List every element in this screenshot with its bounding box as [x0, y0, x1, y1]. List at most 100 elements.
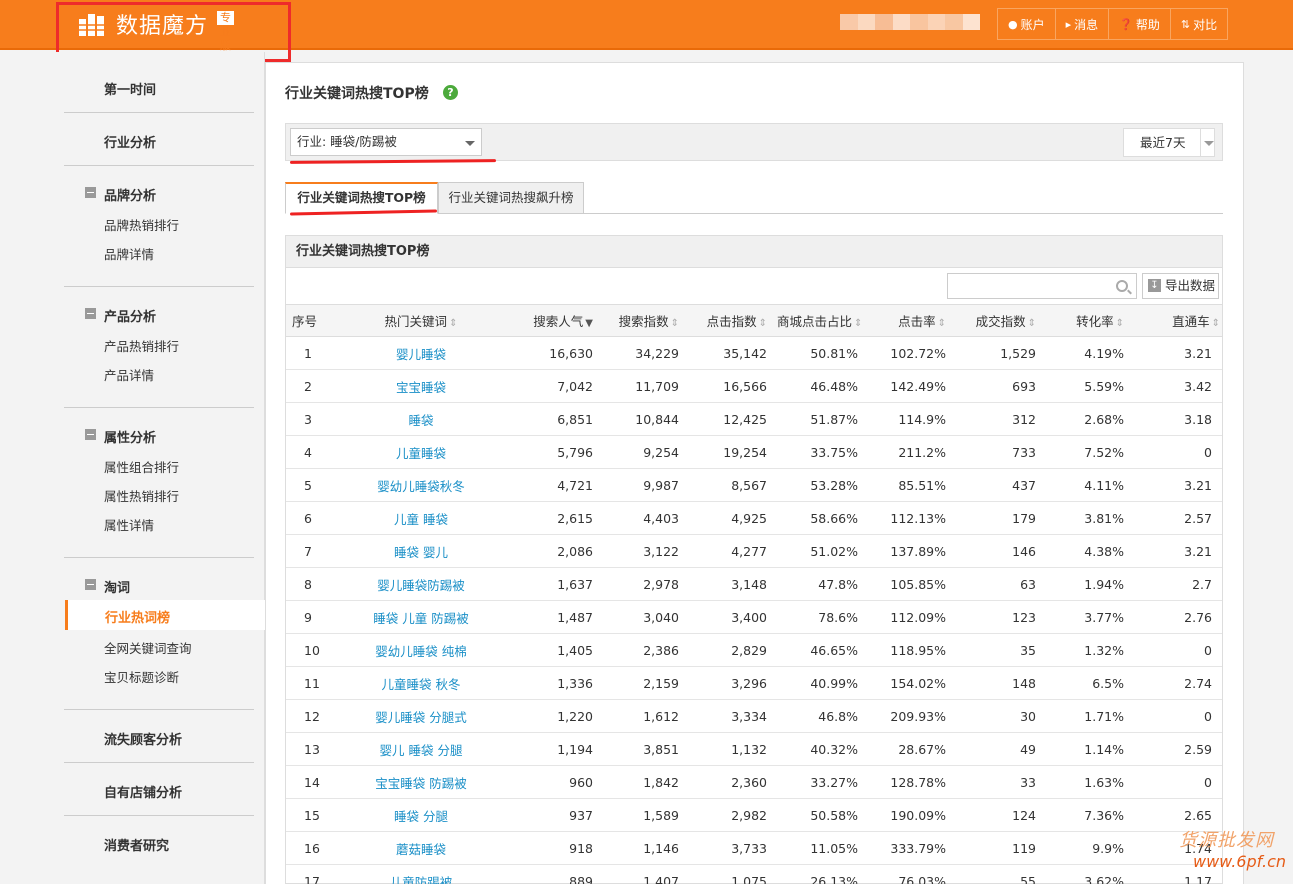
- sidebar-section-industry[interactable]: 行业分析: [104, 132, 156, 151]
- sidebar-divider: [64, 709, 254, 710]
- keyword-link[interactable]: 蘑菇睡袋: [328, 832, 514, 865]
- sidebar-section-attribute[interactable]: 属性分析: [104, 427, 156, 446]
- collapse-icon[interactable]: [85, 579, 96, 590]
- table-cell: 8: [304, 576, 312, 592]
- table-cell: 2,386: [643, 642, 679, 658]
- export-button[interactable]: ↧ 导出数据: [1142, 273, 1219, 299]
- sidebar-section-brand[interactable]: 品牌分析: [104, 185, 156, 204]
- col-search-index[interactable]: 搜索指数 ⇕: [603, 304, 689, 337]
- sidebar-item-keyword-query[interactable]: 全网关键词查询: [104, 638, 192, 657]
- sidebar-item-hot-words[interactable]: 行业热词榜: [65, 600, 265, 630]
- keyword-link[interactable]: 婴儿睡袋: [328, 337, 514, 370]
- col-rank: 序号: [286, 304, 328, 337]
- table-cell: 2,829: [731, 642, 767, 658]
- table-row: 13 婴儿 睡袋 分腿 1,194 3,851 1,132 40.32% 28.67% 49 1…: [286, 733, 1222, 766]
- sidebar-item-attr-ranking[interactable]: 属性热销排行: [104, 486, 179, 505]
- sidebar-section-lost-customers[interactable]: 流失顾客分析: [104, 729, 182, 748]
- period-select[interactable]: 最近7天: [1123, 128, 1215, 157]
- table-cell: 1,637: [557, 576, 593, 592]
- table-cell: 3.21: [1184, 477, 1212, 493]
- col-ctr[interactable]: 点击率 ⇕: [868, 304, 956, 337]
- table-row: 10 婴幼儿睡袋 纯棉 1,405 2,386 2,829 46.65% 118.95% 35…: [286, 634, 1222, 667]
- sort-icon: ⇕: [937, 318, 946, 329]
- table-cell: 78.6%: [818, 609, 858, 625]
- keyword-link[interactable]: 婴儿睡袋 分腿式: [328, 700, 514, 733]
- search-icon[interactable]: [1116, 280, 1128, 292]
- messages-button[interactable]: ▸ 消息: [1055, 8, 1110, 40]
- collapse-icon[interactable]: [85, 308, 96, 319]
- table-row: 16 蘑菇睡袋 918 1,146 3,733 11.05% 333.79% 119 9.9% 1…: [286, 832, 1222, 865]
- keyword-link[interactable]: 宝宝睡袋 防踢被: [328, 766, 514, 799]
- col-deal-index[interactable]: 成交指数 ⇕: [956, 304, 1046, 337]
- keyword-link[interactable]: 婴儿 睡袋 分腿: [328, 733, 514, 766]
- industry-select[interactable]: 行业: 睡袋/防踢被: [290, 128, 482, 156]
- sidebar-section-first-time[interactable]: 第一时间: [104, 79, 156, 98]
- account-button[interactable]: ● 账户: [997, 8, 1056, 40]
- table-cell: 85.51%: [898, 477, 946, 493]
- keyword-link[interactable]: 儿童防踢被: [328, 865, 514, 884]
- watermark: 货源批发网 www.6pf.cn: [1173, 826, 1293, 876]
- table-row: 3 睡袋 6,851 10,844 12,425 51.87% 114.9% 312 2.68%…: [286, 403, 1222, 436]
- table-cell: 2,982: [731, 807, 767, 823]
- table-cell: 137.89%: [890, 543, 946, 559]
- sidebar-item-product-ranking[interactable]: 产品热销排行: [104, 336, 179, 355]
- search-input[interactable]: [947, 273, 1137, 299]
- sidebar-item-product-detail[interactable]: 产品详情: [104, 365, 154, 384]
- collapse-icon[interactable]: [85, 187, 96, 198]
- table-cell: 7,042: [557, 378, 593, 394]
- watermark-line1: 货源批发网: [1179, 830, 1274, 851]
- col-ztc[interactable]: 直通车 ⇕: [1134, 304, 1222, 337]
- col-click-index[interactable]: 点击指数 ⇕: [689, 304, 777, 337]
- col-keyword[interactable]: 热门关键词 ⇕: [328, 304, 514, 337]
- keyword-link[interactable]: 儿童睡袋 秋冬: [328, 667, 514, 700]
- help-circle-icon[interactable]: ?: [443, 85, 458, 100]
- sidebar-section-product[interactable]: 产品分析: [104, 306, 156, 325]
- keyword-link[interactable]: 宝宝睡袋: [328, 370, 514, 403]
- table-cell: 63: [1020, 576, 1036, 592]
- col-search-popularity[interactable]: 搜索人气 ▼: [514, 304, 603, 337]
- sidebar-item-attr-combo[interactable]: 属性组合排行: [104, 457, 179, 476]
- keyword-link[interactable]: 婴幼儿睡袋 纯棉: [328, 634, 514, 667]
- table-cell: 4,403: [643, 510, 679, 526]
- table-cell: 7.36%: [1084, 807, 1124, 823]
- table-cell: 26.13%: [810, 873, 858, 884]
- download-icon: ↧: [1148, 279, 1161, 292]
- tab-rising-list[interactable]: 行业关键词热搜飙升榜: [438, 182, 584, 214]
- sidebar-section-taoci[interactable]: 淘词: [104, 577, 130, 596]
- table-cell: 437: [1012, 477, 1036, 493]
- table-row: 7 睡袋 婴儿 2,086 3,122 4,277 51.02% 137.89% 146 4.3…: [286, 535, 1222, 568]
- sidebar-divider: [64, 815, 254, 816]
- keyword-link[interactable]: 睡袋: [328, 403, 514, 436]
- table-cell: 102.72%: [890, 345, 946, 361]
- col-conversion[interactable]: 转化率 ⇕: [1046, 304, 1134, 337]
- sidebar-item-brand-ranking[interactable]: 品牌热销排行: [104, 215, 179, 234]
- col-mall-click-ratio[interactable]: 商城点击占比 ⇕: [777, 304, 868, 337]
- table-cell: 15: [304, 807, 320, 823]
- sidebar-divider: [64, 762, 254, 763]
- table-row: 9 睡袋 儿童 防踢被 1,487 3,040 3,400 78.6% 112.09% 123…: [286, 601, 1222, 634]
- table-cell: 4.19%: [1084, 345, 1124, 361]
- sidebar-item-title-diagnosis[interactable]: 宝贝标题诊断: [104, 667, 179, 686]
- keyword-link[interactable]: 婴幼儿睡袋秋冬: [328, 469, 514, 502]
- select-divider: [1200, 129, 1201, 156]
- table-cell: 13: [304, 741, 320, 757]
- keyword-link[interactable]: 婴儿睡袋防踢被: [328, 568, 514, 601]
- keyword-link[interactable]: 睡袋 分腿: [328, 799, 514, 832]
- keyword-link[interactable]: 儿童 睡袋: [328, 502, 514, 535]
- table-cell: 312: [1012, 411, 1036, 427]
- collapse-icon[interactable]: [85, 429, 96, 440]
- logo[interactable]: 数据魔方 专业版: [78, 8, 234, 52]
- table-row: 17 儿童防踢被 889 1,407 1,075 26.13% 76.03% 55 3.62% 1…: [286, 865, 1222, 884]
- table-cell: 0: [1204, 444, 1212, 460]
- sidebar-item-attr-detail[interactable]: 属性详情: [104, 515, 154, 534]
- keyword-table: 序号 热门关键词 ⇕ 搜索人气 ▼ 搜索指数 ⇕ 点击指数 ⇕ 商城点击占比 ⇕ 点击率 ⇕…: [286, 304, 1222, 884]
- keyword-link[interactable]: 睡袋 婴儿: [328, 535, 514, 568]
- sidebar-item-brand-detail[interactable]: 品牌详情: [104, 244, 154, 263]
- keyword-link[interactable]: 儿童睡袋: [328, 436, 514, 469]
- sort-icon: ⇕: [670, 318, 679, 329]
- sidebar-section-own-store[interactable]: 自有店铺分析: [104, 782, 182, 801]
- help-button[interactable]: ❓ 帮助: [1109, 8, 1171, 40]
- keyword-link[interactable]: 睡袋 儿童 防踢被: [328, 601, 514, 634]
- compare-button[interactable]: ⇅ 对比: [1170, 8, 1229, 40]
- sidebar-section-consumer[interactable]: 消费者研究: [104, 835, 169, 854]
